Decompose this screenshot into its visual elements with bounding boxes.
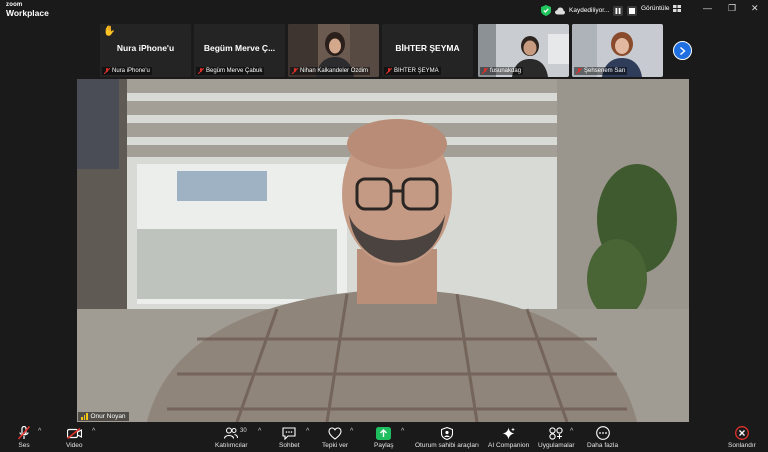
sparkle-icon [502, 427, 516, 439]
view-menu[interactable]: Görüntüle [641, 5, 681, 12]
more-icon [595, 426, 610, 440]
share-screen-icon [376, 426, 392, 440]
speaker-video-frame [77, 79, 689, 422]
pause-icon [615, 7, 621, 14]
tile-display-name: BİHTER ŞEYMA [395, 43, 460, 53]
grid-view-icon [672, 5, 681, 12]
brand-line2: Workplace [6, 8, 49, 18]
participants-count: 30 [240, 428, 247, 434]
participant-tile[interactable]: BİHTER ŞEYMA BİHTER ŞEYMA [382, 24, 473, 77]
view-menu-label: Görüntüle [641, 5, 670, 12]
muted-mic-icon [104, 68, 110, 74]
minimize-icon[interactable]: — [703, 4, 712, 13]
muted-mic-icon [198, 68, 204, 74]
shield-icon [440, 426, 453, 440]
muted-mic-icon [386, 68, 392, 74]
video-button[interactable]: Video [66, 426, 83, 451]
stop-icon [629, 7, 636, 14]
chevron-right-icon [680, 46, 686, 55]
react-button[interactable]: Tepki ver [322, 426, 348, 451]
pause-recording-button[interactable] [613, 5, 624, 16]
participant-tile[interactable]: Nihan Kalkandeler Özdim [288, 24, 379, 77]
tile-name-label: fusunakdag [480, 67, 524, 75]
tile-name-label: Nura iPhone'u [102, 67, 152, 75]
chat-options-caret[interactable]: ^ [306, 428, 309, 435]
active-speaker-video[interactable]: Onur Noyan [77, 79, 689, 422]
tile-name-label: Begüm Merve Çabuk [196, 67, 265, 75]
more-button[interactable]: Daha fazla [587, 426, 618, 451]
microphone-muted-icon [18, 426, 30, 440]
participant-tile[interactable]: Begüm Merve Ç... Begüm Merve Çabuk [194, 24, 285, 77]
participants-icon [224, 427, 239, 439]
tile-name-label: Şehsenem Sarı [574, 67, 628, 75]
audio-options-caret[interactable]: ^ [38, 428, 41, 435]
restore-icon[interactable]: ❐ [728, 4, 736, 13]
muted-mic-icon [482, 68, 488, 74]
ai-companion-button[interactable]: AI Companion [488, 426, 529, 451]
audio-button[interactable]: Ses [16, 426, 32, 451]
end-call-icon [734, 426, 749, 440]
next-page-button[interactable] [673, 41, 692, 60]
video-options-caret[interactable]: ^ [92, 428, 95, 435]
muted-mic-icon [576, 68, 582, 74]
meeting-toolbar: Ses ^ Video ^ Katılımcılar 30 ^ Sohbet ^… [0, 423, 768, 452]
cloud-recording-icon [555, 7, 565, 14]
heart-icon [328, 426, 342, 440]
raised-hand-icon: ✋ [103, 26, 116, 37]
participant-tile[interactable]: ✋ Nura iPhone'u Nura iPhone'u [100, 24, 191, 77]
close-icon[interactable]: ✕ [751, 4, 759, 13]
participant-tile[interactable]: Şehsenem Sarı [572, 24, 663, 77]
chat-button[interactable]: Sohbet [279, 426, 300, 451]
app-logo: zoom Workplace [6, 2, 49, 18]
recording-indicator[interactable]: Kaydediliyor... [541, 4, 638, 17]
speaker-name-label: Onur Noyan [78, 412, 129, 421]
tile-name-label: Nihan Kalkandeler Özdim [290, 67, 371, 75]
react-options-caret[interactable]: ^ [350, 428, 353, 435]
share-button[interactable]: Paylaş [374, 426, 394, 451]
audio-level-icon [81, 413, 88, 420]
end-meeting-button[interactable]: Sonlandır [728, 426, 756, 451]
tile-name-label: BİHTER ŞEYMA [384, 67, 441, 75]
encryption-shield-icon[interactable] [541, 5, 551, 16]
video-off-icon [66, 427, 82, 439]
recording-status: Kaydediliyor... [569, 7, 610, 14]
muted-mic-icon [292, 68, 298, 74]
tile-display-name: Nura iPhone'u [116, 43, 175, 53]
participant-tile[interactable]: fusunakdag [478, 24, 569, 77]
host-tools-button[interactable]: Oturum sahibi araçları [415, 426, 479, 451]
chat-icon [282, 426, 296, 440]
apps-options-caret[interactable]: ^ [570, 428, 573, 435]
share-options-caret[interactable]: ^ [401, 428, 404, 435]
tile-display-name: Begüm Merve Ç... [203, 43, 276, 53]
participants-options-caret[interactable]: ^ [258, 428, 261, 435]
apps-icon [549, 426, 563, 440]
stop-recording-button[interactable] [627, 5, 638, 16]
title-bar: zoom Workplace Kaydediliyor... Görüntüle… [0, 0, 768, 22]
